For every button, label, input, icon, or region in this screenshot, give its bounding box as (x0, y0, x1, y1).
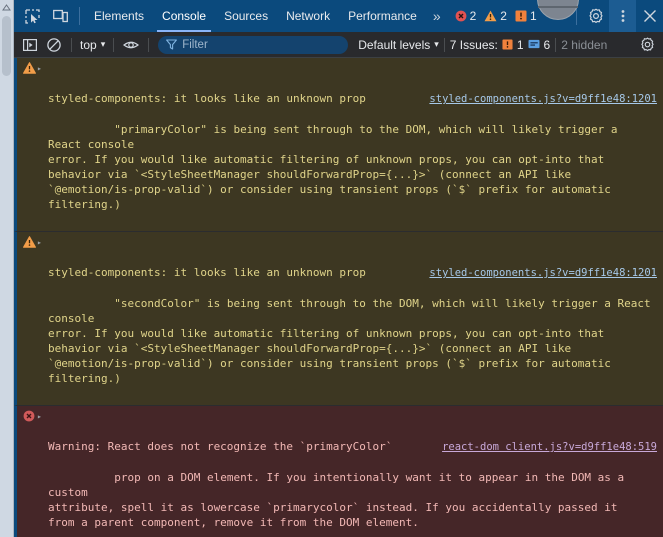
page-scrollbar[interactable] (0, 0, 14, 537)
expand-arrow[interactable]: ▸ (37, 61, 48, 73)
toolbar-divider-3 (148, 37, 150, 52)
tab-sources[interactable]: Sources (215, 0, 277, 32)
message-text: styled-components: it looks like an unkn… (48, 235, 657, 401)
issues-summary[interactable]: 7 Issues: 1 6 (450, 38, 550, 52)
clear-console-icon[interactable] (42, 34, 66, 56)
chevron-down-icon-levels: ▾ (434, 39, 439, 49)
tab-elements[interactable]: Elements (85, 0, 153, 32)
source-link[interactable]: styled-components.js?v=d9ff1e48:1201 (429, 92, 657, 107)
issue-info-icon (528, 39, 540, 49)
tab-performance[interactable]: Performance (339, 0, 426, 32)
source-link[interactable]: react-dom client.js?v=d9ff1e48:519 (442, 440, 657, 455)
filter-funnel-icon (166, 39, 178, 50)
message-text: styled-components: it looks like an unkn… (48, 61, 657, 227)
hidden-messages-label[interactable]: 2 hidden (561, 38, 607, 52)
more-tabs-icon[interactable]: » (426, 0, 448, 32)
issues-warning-count: 1 (516, 37, 524, 52)
message-first-line: Warning: React does not recognize the `p… (48, 440, 393, 453)
tab-elements-label: Elements (94, 9, 145, 23)
expand-arrow[interactable]: ▸ (37, 409, 48, 421)
expand-arrow[interactable]: ▸ (37, 235, 48, 247)
tab-console-label: Console (162, 9, 207, 23)
log-levels-label: Default levels (358, 37, 431, 52)
console-sidebar-icon[interactable] (18, 34, 42, 56)
close-icon[interactable] (636, 0, 663, 32)
info-counter[interactable]: 1 (515, 9, 537, 23)
message-body: "primaryColor" is being sent through to … (48, 123, 618, 211)
log-levels-select[interactable]: Default levels ▾ (358, 38, 439, 52)
devtools-panel: Elements Console Sources Network Perform… (14, 0, 663, 537)
toolbar-divider-2 (113, 37, 115, 52)
error-circle-icon (21, 409, 37, 422)
issue-square-icon (515, 10, 527, 22)
scrollbar-thumb[interactable] (2, 16, 11, 76)
toolbar-divider-4 (443, 37, 445, 52)
message-body: "secondColor" is being sent through to t… (48, 297, 651, 385)
device-toolbar-icon[interactable] (46, 0, 74, 32)
console-settings-gear-icon[interactable] (635, 34, 659, 56)
filter-input-placeholder: Filter (182, 38, 208, 51)
issues-label: 7 Issues: (449, 37, 498, 52)
tab-network[interactable]: Network (277, 0, 339, 32)
warning-triangle-icon (21, 61, 37, 74)
tabbar-divider-right (576, 7, 577, 25)
scrollbar-up-arrow-icon[interactable] (0, 0, 13, 15)
tabbar-right-controls (571, 0, 663, 32)
inspect-element-icon[interactable] (18, 0, 46, 32)
error-count-label: 2 (469, 9, 477, 23)
execution-context-label: top (80, 37, 97, 52)
console-message-list[interactable]: ▸ styled-components: it looks like an un… (14, 58, 663, 537)
warning-triangle-icon (484, 10, 497, 22)
issues-info-count: 6 (543, 37, 551, 52)
settings-gear-icon[interactable] (582, 0, 609, 32)
source-link[interactable]: styled-components.js?v=d9ff1e48:1201 (429, 266, 657, 281)
warning-count-label: 2 (500, 9, 507, 23)
warning-counter[interactable]: 2 (484, 9, 507, 23)
error-circle-icon (455, 10, 467, 22)
tab-sources-label: Sources (224, 9, 269, 23)
message-first-line: styled-components: it looks like an unkn… (48, 92, 366, 105)
tabbar-divider (79, 7, 80, 25)
filterbar-right (635, 34, 659, 56)
chevron-down-icon: ▾ (100, 39, 106, 49)
console-filter-toolbar: top ▾ Filter Default levels ▾ 7 Issues: … (14, 32, 663, 58)
toolbar-divider-5 (555, 37, 557, 52)
filter-input[interactable]: Filter (158, 35, 349, 54)
issue-square-icon-warning (502, 39, 513, 50)
execution-context-select[interactable]: top ▾ (77, 38, 108, 52)
message-text: Warning: React does not recognize the `p… (48, 409, 657, 537)
console-message-warning-1[interactable]: ▸ styled-components: it looks like an un… (14, 58, 663, 232)
tab-performance-label: Performance (348, 9, 417, 23)
message-first-line: styled-components: it looks like an unkn… (48, 266, 366, 279)
tab-console[interactable]: Console (153, 0, 215, 32)
info-count-label: 1 (529, 9, 537, 23)
toolbar-divider-1 (71, 37, 72, 52)
warning-triangle-icon (21, 235, 37, 248)
devtools-screenshot: Elements Console Sources Network Perform… (0, 0, 663, 537)
console-message-error-1[interactable]: ▸ Warning: React does not recognize the … (14, 406, 663, 537)
kebab-menu-icon[interactable] (609, 0, 636, 32)
live-expression-eye-icon[interactable] (119, 34, 143, 56)
error-counter[interactable]: 2 (455, 9, 477, 23)
tab-network-label: Network (286, 9, 331, 23)
message-body: prop on a DOM element. If you intentiona… (48, 471, 625, 529)
issue-counters: 2 2 1 (451, 0, 546, 32)
console-message-warning-2[interactable]: ▸ styled-components: it looks like an un… (14, 232, 663, 406)
